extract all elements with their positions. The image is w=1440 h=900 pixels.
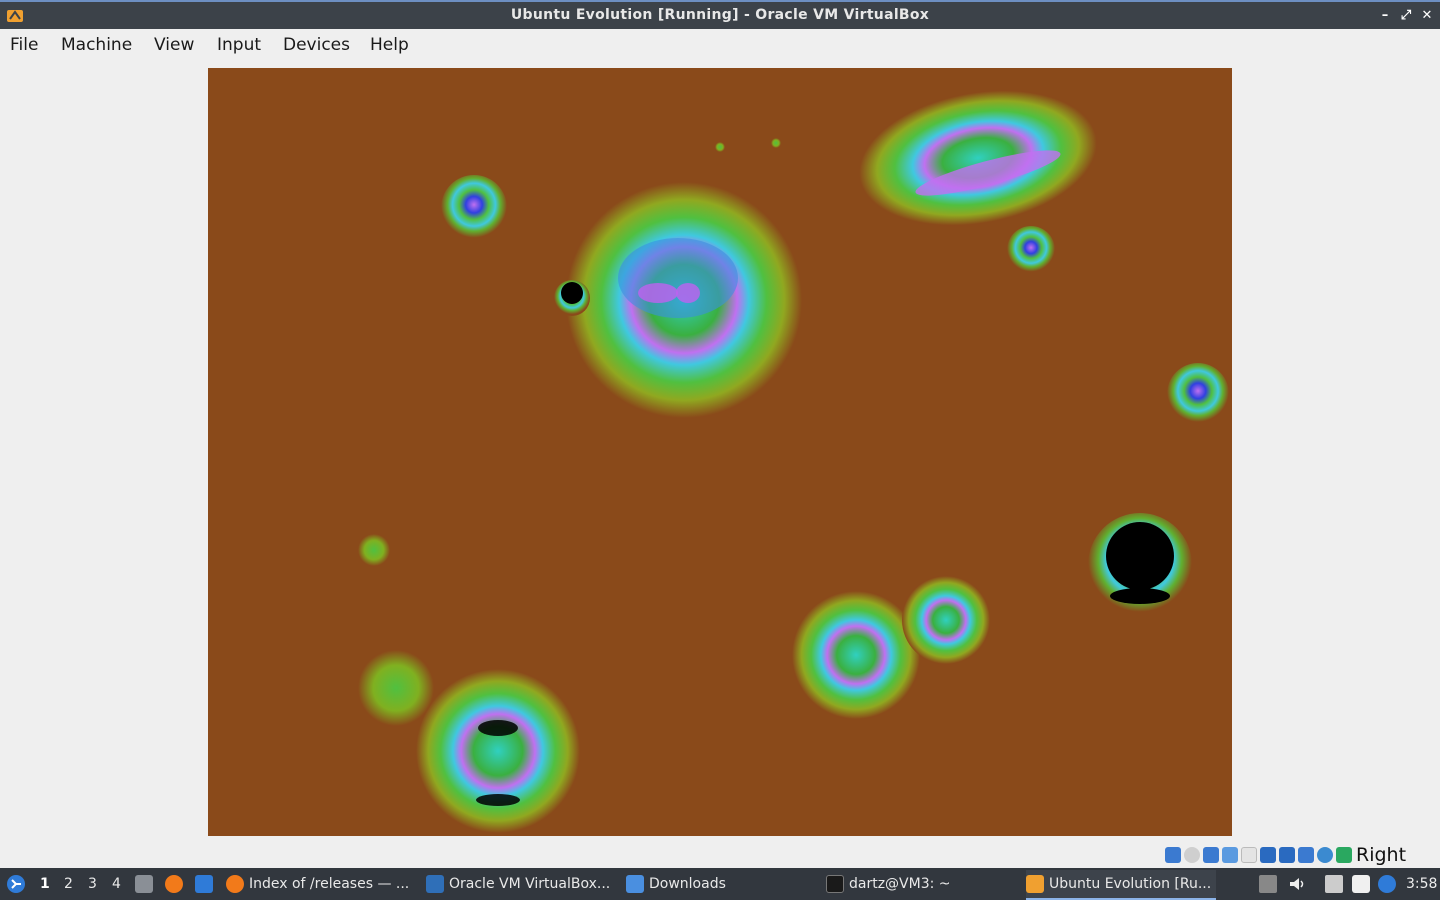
task-label: Ubuntu Evolution [Ru... — [1049, 876, 1212, 892]
task-ubuntu-evolution[interactable]: Ubuntu Evolution [Ru... — [1026, 870, 1216, 900]
vm-statusbar: Right Ctrl — [0, 843, 1440, 888]
mouse-integration-icon[interactable] — [1336, 847, 1352, 863]
window-title: Ubuntu Evolution [Running] - Oracle VM V… — [510, 7, 930, 23]
audio-icon[interactable] — [1203, 847, 1219, 863]
display-icon[interactable] — [1279, 847, 1295, 863]
files-icon[interactable] — [135, 875, 153, 893]
minimize-button[interactable]: – — [1376, 7, 1394, 25]
workspace-4[interactable]: 4 — [112, 876, 121, 892]
restore-button[interactable]: ⤢ — [1397, 7, 1415, 25]
task-firefox[interactable]: Index of /releases — ... — [226, 870, 416, 898]
menu-bar: File Machine View Input Devices Help — [0, 29, 1440, 61]
task-virtualbox-manager[interactable]: Oracle VM VirtualBox... — [426, 870, 616, 898]
guest-screen-graphic — [358, 90, 1229, 833]
clock[interactable]: 3:58 — [1406, 876, 1437, 892]
app-menu-icon[interactable] — [6, 874, 26, 894]
vm-display[interactable] — [208, 68, 1232, 836]
update-notifier-icon[interactable] — [1378, 875, 1396, 893]
firefox-icon — [226, 875, 244, 893]
clipboard-icon[interactable] — [1352, 875, 1370, 893]
desktop-icon[interactable] — [195, 875, 213, 893]
virtualization-icon[interactable] — [1317, 847, 1333, 863]
shared-folders-icon[interactable] — [1260, 847, 1276, 863]
task-label: Index of /releases — ... — [249, 876, 410, 892]
network-icon[interactable] — [1222, 847, 1238, 863]
network-icon[interactable] — [1325, 875, 1343, 893]
workspace-2[interactable]: 2 — [64, 876, 73, 892]
workspace-1[interactable]: 1 — [40, 876, 50, 892]
optical-drive-icon[interactable] — [1184, 847, 1200, 863]
task-label: Downloads — [649, 876, 726, 892]
hard-disk-icon[interactable] — [1165, 847, 1181, 863]
virtualbox-icon — [1026, 875, 1044, 893]
terminal-icon — [826, 875, 844, 893]
folder-icon — [626, 875, 644, 893]
eject-icon[interactable] — [1259, 875, 1277, 893]
virtualbox-manager-icon — [426, 875, 444, 893]
window-titlebar: Ubuntu Evolution [Running] - Oracle VM V… — [0, 0, 1440, 29]
workspace-3[interactable]: 3 — [88, 876, 97, 892]
menu-input[interactable]: Input — [217, 35, 261, 55]
task-label: dartz@VM3: ~ — [849, 876, 951, 892]
menu-devices[interactable]: Devices — [283, 35, 350, 55]
task-label: Oracle VM VirtualBox... — [449, 876, 611, 892]
task-terminal[interactable]: dartz@VM3: ~ — [826, 870, 1016, 898]
firefox-icon[interactable] — [165, 875, 183, 893]
close-button[interactable]: ✕ — [1418, 7, 1436, 25]
taskbar: 1 2 3 4 Index of /releases — ... Oracle … — [0, 868, 1440, 900]
task-downloads[interactable]: Downloads — [626, 870, 816, 898]
menu-help[interactable]: Help — [370, 35, 409, 55]
video-capture-icon[interactable] — [1298, 847, 1314, 863]
menu-view[interactable]: View — [154, 35, 194, 55]
menu-machine[interactable]: Machine — [61, 35, 132, 55]
usb-icon[interactable] — [1241, 847, 1257, 863]
menu-file[interactable]: File — [10, 35, 38, 55]
volume-icon[interactable] — [1288, 875, 1306, 893]
